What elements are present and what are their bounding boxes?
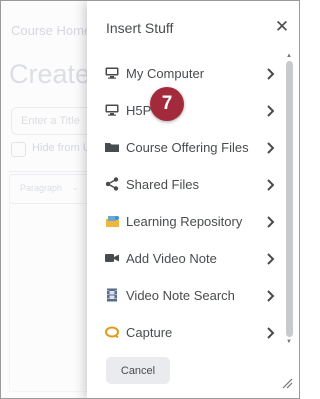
list-item-capture[interactable]: Capture xyxy=(87,314,283,351)
list-item-label: My Computer xyxy=(126,66,205,81)
cancel-button[interactable]: Cancel xyxy=(106,357,170,384)
list-item-label: Learning Repository xyxy=(126,214,243,229)
repository-icon xyxy=(104,214,120,228)
close-icon[interactable]: ✕ xyxy=(271,16,293,38)
chevron-right-icon xyxy=(267,105,275,117)
list-item-label: Video Note Search xyxy=(126,288,235,303)
scroll-down-icon[interactable]: ▼ xyxy=(286,339,292,345)
capture-icon xyxy=(104,325,120,339)
film-icon xyxy=(104,288,120,302)
list-item-add-video-note[interactable]: Add Video Note xyxy=(87,240,283,277)
source-list: My Computer H5P Course Offering Files Sh… xyxy=(87,55,283,351)
chevron-right-icon xyxy=(267,142,275,154)
list-item-label: Shared Files xyxy=(126,177,199,192)
chevron-right-icon xyxy=(267,179,275,191)
list-item-h5p[interactable]: H5P xyxy=(87,92,283,129)
list-scrollbar[interactable]: ▲ ▼ xyxy=(284,53,296,348)
folder-icon xyxy=(104,140,120,154)
scroll-up-icon[interactable]: ▲ xyxy=(286,53,292,59)
share-icon xyxy=(104,177,120,191)
chevron-right-icon xyxy=(267,327,275,339)
chevron-right-icon xyxy=(267,68,275,80)
chevron-right-icon xyxy=(267,216,275,228)
list-item-learning-repository[interactable]: Learning Repository xyxy=(87,203,283,240)
computer-icon xyxy=(104,66,120,80)
computer-icon xyxy=(104,103,120,117)
video-camera-icon xyxy=(104,251,120,265)
chevron-right-icon xyxy=(267,290,275,302)
insert-stuff-dialog: Insert Stuff ✕ My Computer H5P Course Of… xyxy=(87,1,299,398)
dialog-title: Insert Stuff xyxy=(106,20,174,36)
list-item-shared-files[interactable]: Shared Files xyxy=(87,166,283,203)
list-item-label: Add Video Note xyxy=(126,251,217,266)
list-item-my-computer[interactable]: My Computer xyxy=(87,55,283,92)
resize-handle-icon[interactable] xyxy=(281,377,293,389)
screenshot-frame: Course Home Create Enter a Title Hide fr… xyxy=(0,0,300,399)
list-item-course-offering-files[interactable]: Course Offering Files xyxy=(87,129,283,166)
chevron-right-icon xyxy=(267,253,275,265)
list-item-label: Capture xyxy=(126,325,173,340)
list-item-video-note-search[interactable]: Video Note Search xyxy=(87,277,283,314)
scroll-thumb[interactable] xyxy=(286,61,293,337)
step-callout-badge: 7 xyxy=(150,87,184,121)
list-item-label: Course Offering Files xyxy=(126,140,249,155)
list-item-label: H5P xyxy=(126,103,152,118)
